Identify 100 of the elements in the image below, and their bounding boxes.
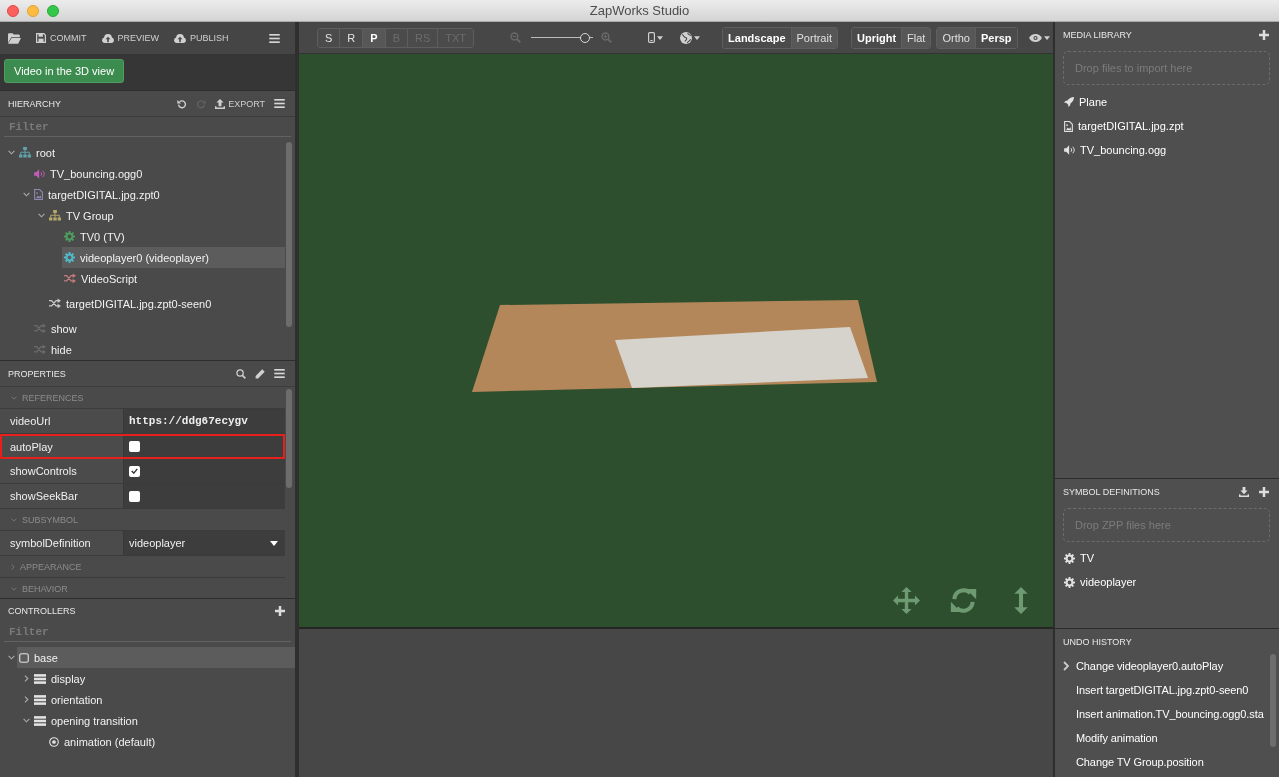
circle-dot-icon — [49, 736, 59, 747]
tree-item[interactable]: targetDIGITAL.jpg.zpt0 — [32, 184, 285, 205]
dropdown-field[interactable]: videoplayer — [123, 531, 285, 555]
tree-item[interactable]: animation (default) — [47, 731, 295, 752]
checkmark-icon — [131, 468, 138, 474]
checkbox[interactable] — [129, 490, 140, 502]
panel-title: CONTROLLERS — [8, 605, 76, 616]
tree-item[interactable]: show — [32, 318, 285, 339]
chevron-down-icon[interactable] — [37, 213, 45, 218]
close-window-button[interactable] — [7, 4, 19, 17]
property-label: videoUrl — [10, 415, 51, 427]
menu-icon[interactable] — [274, 99, 285, 108]
tree-item[interactable]: orientation — [32, 689, 295, 710]
scrollbar[interactable] — [286, 142, 292, 327]
dropdown-caret-icon — [270, 540, 278, 546]
orientation-tab[interactable]: Portrait — [790, 27, 837, 48]
panel-title: PROPERTIES — [8, 368, 66, 379]
speaker-icon — [1064, 145, 1075, 155]
tree-item[interactable]: hide — [32, 339, 285, 360]
menu-icon[interactable] — [269, 33, 280, 43]
zoom-window-button[interactable] — [47, 4, 59, 17]
gear-icon — [1064, 576, 1075, 588]
undo-history-item[interactable]: Change TV Group.position — [1055, 750, 1269, 774]
3d-viewport[interactable] — [299, 54, 1053, 629]
stacked-bars-icon — [34, 715, 46, 726]
chevron-down-icon[interactable] — [22, 192, 30, 197]
toolbar-button[interactable]: PUBLISH — [174, 33, 229, 43]
undo-history-item[interactable]: Modify animation — [1055, 726, 1269, 750]
download-icon[interactable] — [1239, 486, 1249, 497]
checkbox[interactable] — [129, 441, 140, 452]
orientation-tab[interactable]: Landscape — [723, 27, 791, 48]
tree-item[interactable]: TV_bouncing.ogg0 — [32, 163, 285, 184]
panel-title: SYMBOL DEFINITIONS — [1063, 486, 1160, 497]
export-button[interactable]: EXPORT — [215, 98, 265, 109]
tree-item[interactable]: display — [32, 668, 295, 689]
phone-icon[interactable] — [648, 32, 656, 43]
media-item[interactable]: targetDIGITAL.jpg.zpt — [1055, 114, 1279, 138]
view-mode-button[interactable]: P — [362, 28, 385, 47]
stacked-bars-icon — [34, 673, 46, 684]
panel-title: UNDO HISTORY — [1063, 636, 1132, 647]
undo-history-item[interactable]: Change videoplayer0.autoPlay — [1055, 654, 1269, 678]
cloud-upload-icon — [174, 33, 186, 43]
chevron-right-icon[interactable] — [23, 675, 29, 682]
vertical-arrows-icon[interactable] — [1014, 587, 1028, 614]
chevron-down-icon[interactable] — [7, 655, 15, 660]
globe-icon[interactable] — [680, 31, 693, 44]
scrollbar[interactable] — [286, 389, 292, 488]
toolbar-button[interactable]: PREVIEW — [101, 33, 159, 43]
property-label: showSeekBar — [10, 490, 78, 502]
toolbar-button[interactable]: COMMIT — [36, 33, 87, 43]
tree-item[interactable]: root — [17, 142, 285, 163]
folder-icon[interactable] — [8, 32, 21, 44]
media-item[interactable]: TV_bouncing.ogg — [1055, 138, 1279, 162]
caret-icon[interactable] — [694, 35, 701, 40]
text-field[interactable]: https://ddg67ecygv — [123, 409, 285, 433]
chevron-right-icon[interactable] — [23, 696, 29, 703]
image-file-icon — [1064, 120, 1073, 132]
projection-tab[interactable]: Ortho — [937, 27, 975, 48]
rocket-icon — [1064, 97, 1074, 107]
menu-icon[interactable] — [274, 369, 285, 378]
chevron-down-icon[interactable] — [7, 150, 15, 155]
slider-thumb[interactable] — [580, 32, 591, 43]
pose-tab[interactable]: Upright — [852, 27, 902, 48]
tree-item[interactable]: opening transition — [32, 710, 295, 731]
plus-icon[interactable] — [275, 605, 285, 616]
scene-button[interactable]: Video in the 3D view — [4, 59, 125, 83]
view-mode-button[interactable]: R — [339, 28, 363, 47]
stacked-bars-icon — [34, 694, 46, 705]
tree-item[interactable]: videoplayer0 (videoplayer) — [62, 247, 285, 268]
symbol-item[interactable]: TV — [1055, 546, 1279, 570]
tree-item[interactable]: base — [17, 647, 295, 668]
property-label: symbolDefinition — [10, 537, 91, 549]
tree-item[interactable]: targetDIGITAL.jpg.zpt0-seen0 — [47, 293, 285, 314]
undo-history-item[interactable]: Insert animation.TV_bouncing.ogg0.sta — [1055, 702, 1269, 726]
chevron-down-icon[interactable] — [22, 718, 30, 723]
plus-icon[interactable] — [1259, 29, 1269, 40]
undo-history-item[interactable]: Insert targetDIGITAL.jpg.zpt0-seen0 — [1055, 678, 1269, 702]
caret-icon[interactable] — [1043, 35, 1050, 40]
symbol-item[interactable]: videoplayer — [1055, 570, 1279, 594]
move-arrows-icon[interactable] — [893, 587, 920, 614]
tree-item[interactable]: TV Group — [47, 205, 285, 226]
pose-tab[interactable]: Flat — [901, 27, 931, 48]
tree-item[interactable]: TV0 (TV) — [62, 226, 285, 247]
square-icon — [19, 652, 29, 663]
undo-icon[interactable] — [177, 98, 188, 109]
media-item[interactable]: Plane — [1055, 90, 1279, 114]
projection-tab[interactable]: Persp — [974, 27, 1017, 48]
checkbox[interactable] — [129, 465, 140, 477]
view-mode-button[interactable]: S — [318, 28, 340, 47]
property-label: autoPlay — [10, 440, 53, 453]
window-title: ZapWorks Studio — [589, 3, 690, 18]
search-icon[interactable] — [236, 368, 246, 379]
plus-icon[interactable] — [1259, 486, 1269, 497]
caret-icon[interactable] — [657, 35, 664, 40]
rotate-arrows-icon[interactable] — [950, 587, 977, 614]
tree-item[interactable]: VideoScript — [62, 268, 285, 289]
scrollbar[interactable] — [1270, 654, 1276, 747]
pencil-icon[interactable] — [255, 368, 265, 379]
gear-icon — [1064, 552, 1075, 564]
upload-icon — [215, 98, 226, 109]
